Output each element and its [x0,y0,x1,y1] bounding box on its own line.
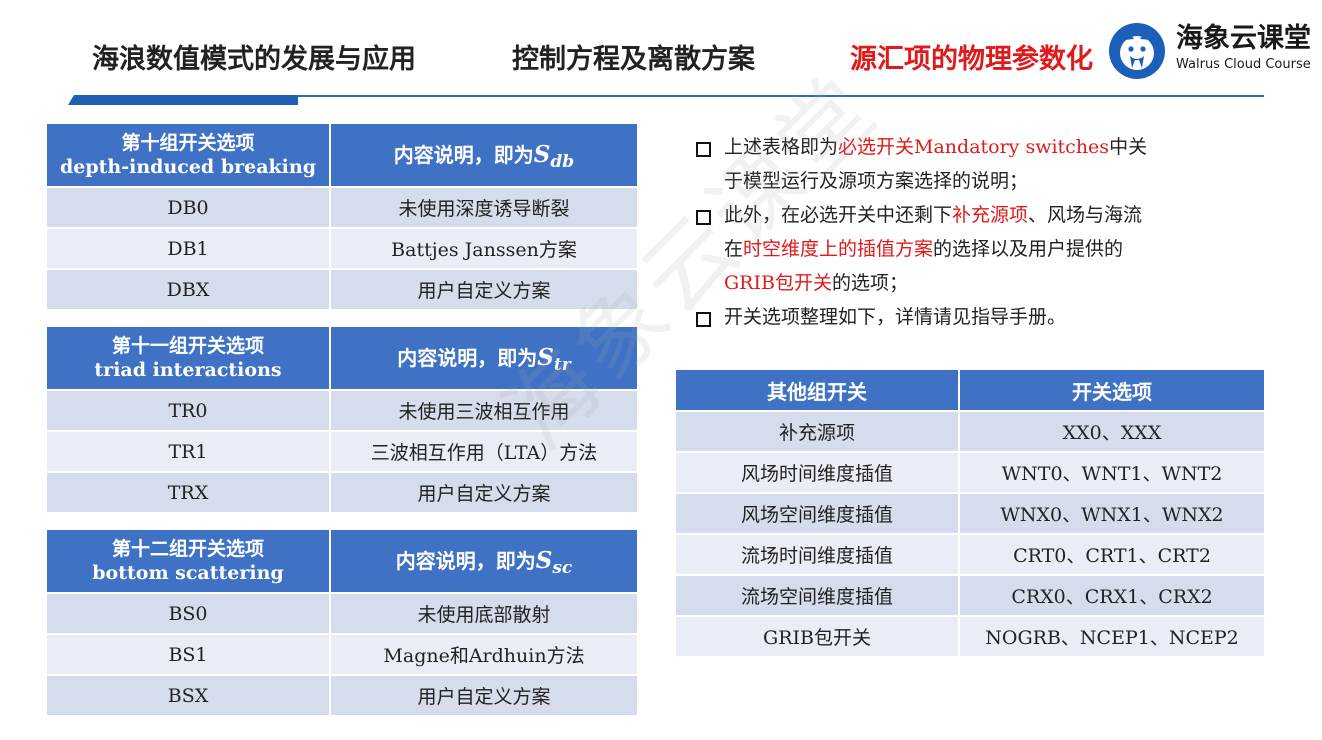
nav-item-development[interactable]: 海浪数值模式的发展与应用 [92,40,416,80]
switch-key: DB0 [45,186,331,229]
table-row: TR0 未使用三波相互作用 [45,389,639,432]
switch-key: TRX [45,471,331,514]
square-bullet-icon [696,312,711,327]
group-name: 风场时间维度插值 [674,451,960,494]
group-title-en: bottom scattering [92,562,284,584]
group-name: 风场空间维度插值 [674,492,960,535]
bullet-item: 此外，在必选开关中还剩下补充源项、风场与海流 在时空维度上的插值方案的选择以及用… [690,198,1250,300]
highlight-text: 补充源项 [952,204,1029,226]
table-header-options: 开关选项 [958,368,1266,412]
highlight-text: 必选开关Mandatory switches [838,136,1110,158]
table-row: BSX 用户自定义方案 [45,674,639,717]
table-header-desc: 内容说明，即为Sdb [329,122,639,188]
switch-desc: 三波相互作用（LTA）方法 [329,430,639,473]
table-row: BS0 未使用底部散射 [45,592,639,635]
walrus-logo-icon [1109,23,1165,79]
group-name: 补充源项 [674,410,960,453]
table-header-desc: 内容说明，即为Str [329,325,639,391]
table-header-desc: 内容说明，即为Ssc [329,528,639,594]
switch-desc: 用户自定义方案 [329,268,639,311]
bullet-item: 开关选项整理如下，详情请见指导手册。 [690,300,1250,334]
group-title-cn: 第十组开关选项 [121,132,255,154]
table-row: 风场时间维度插值 WNT0、WNT1、WNT2 [674,451,1266,494]
table-row: 流场时间维度插值 CRT0、CRT1、CRT2 [674,533,1266,576]
switch-desc: Battjes Janssen方案 [329,227,639,270]
switch-desc: 未使用三波相互作用 [329,389,639,432]
switch-key: TR1 [45,430,331,473]
table-row: TR1 三波相互作用（LTA）方法 [45,430,639,473]
switch-desc: 未使用底部散射 [329,592,639,635]
group-name: 流场时间维度插值 [674,533,960,576]
logo-text-cn: 海象云课堂 [1176,23,1311,54]
desc-label: 内容说明，即为 [395,548,536,573]
switch-key: DB1 [45,227,331,270]
desc-label: 内容说明，即为 [397,345,538,370]
math-symbol: Sdb [533,140,575,172]
switch-table-scattering: 第十二组开关选项 bottom scattering 内容说明，即为Ssc BS… [45,528,639,717]
group-options: CRX0、CRX1、CRX2 [958,574,1266,617]
group-options: WNT0、WNT1、WNT2 [958,451,1266,494]
switch-key: BS1 [45,633,331,676]
logo-text-en: Walrus Cloud Course [1176,57,1311,72]
table-row: 流场空间维度插值 CRX0、CRX1、CRX2 [674,574,1266,617]
group-title-cn: 第十一组开关选项 [111,335,264,357]
switch-table-breaking: 第十组开关选项 depth-induced breaking 内容说明，即为Sd… [45,122,639,311]
nav-item-source-terms[interactable]: 源汇项的物理参数化 [850,40,1093,80]
switch-key: BS0 [45,592,331,635]
switch-desc: 用户自定义方案 [329,471,639,514]
group-title-en: depth-induced breaking [60,156,316,178]
switch-key: TR0 [45,389,331,432]
table-row: DBX 用户自定义方案 [45,268,639,311]
table-row: DB0 未使用深度诱导断裂 [45,186,639,229]
square-bullet-icon [696,142,711,157]
group-title-cn: 第十二组开关选项 [111,538,264,560]
switch-key: DBX [45,268,331,311]
switch-table-triad: 第十一组开关选项 triad interactions 内容说明，即为Str T… [45,325,639,514]
square-bullet-icon [696,210,711,225]
switch-desc: 未使用深度诱导断裂 [329,186,639,229]
bullet-item: 上述表格即为必选开关Mandatory switches中关 于模型运行及源项方… [690,130,1250,198]
math-symbol: Ssc [535,546,573,578]
group-options: CRT0、CRT1、CRT2 [958,533,1266,576]
table-row: 补充源项 XX0、XXX [674,410,1266,453]
header-accent-bar [68,95,298,105]
table-header-group: 第十组开关选项 depth-induced breaking [45,122,331,188]
notes-list: 上述表格即为必选开关Mandatory switches中关 于模型运行及源项方… [690,130,1250,334]
nav-item-equations[interactable]: 控制方程及离散方案 [512,40,755,80]
group-name: GRIB包开关 [674,615,960,658]
highlight-text: 时空维度上的插值方案 [743,238,934,260]
group-options: WNX0、WNX1、WNX2 [958,492,1266,535]
table-header-group: 第十一组开关选项 triad interactions [45,325,331,391]
brand-logo: 海象云课堂 Walrus Cloud Course [1108,22,1322,80]
highlight-text: GRIB包开关 [724,272,832,294]
table-row: BS1 Magne和Ardhuin方法 [45,633,639,676]
desc-label: 内容说明，即为 [393,142,534,167]
bullet-text: 开关选项整理如下，详情请见指导手册。 [724,306,1067,328]
group-options: NOGRB、NCEP1、NCEP2 [958,615,1266,658]
switch-key: BSX [45,674,331,717]
group-title-en: triad interactions [94,359,282,381]
table-row: TRX 用户自定义方案 [45,471,639,514]
switch-desc: Magne和Ardhuin方法 [329,633,639,676]
math-symbol: Str [537,343,571,375]
bullet-text: 于模型运行及源项方案选择的说明； [724,170,1029,192]
table-header-group: 第十二组开关选项 bottom scattering [45,528,331,594]
table-row: GRIB包开关 NOGRB、NCEP1、NCEP2 [674,615,1266,658]
table-row: 风场空间维度插值 WNX0、WNX1、WNX2 [674,492,1266,535]
table-header-group: 其他组开关 [674,368,960,412]
header-divider [298,95,1264,97]
switch-desc: 用户自定义方案 [329,674,639,717]
group-name: 流场空间维度插值 [674,574,960,617]
table-row: DB1 Battjes Janssen方案 [45,227,639,270]
other-switches-table: 其他组开关 开关选项 补充源项 XX0、XXX 风场时间维度插值 WNT0、WN… [674,368,1266,658]
group-options: XX0、XXX [958,410,1266,453]
